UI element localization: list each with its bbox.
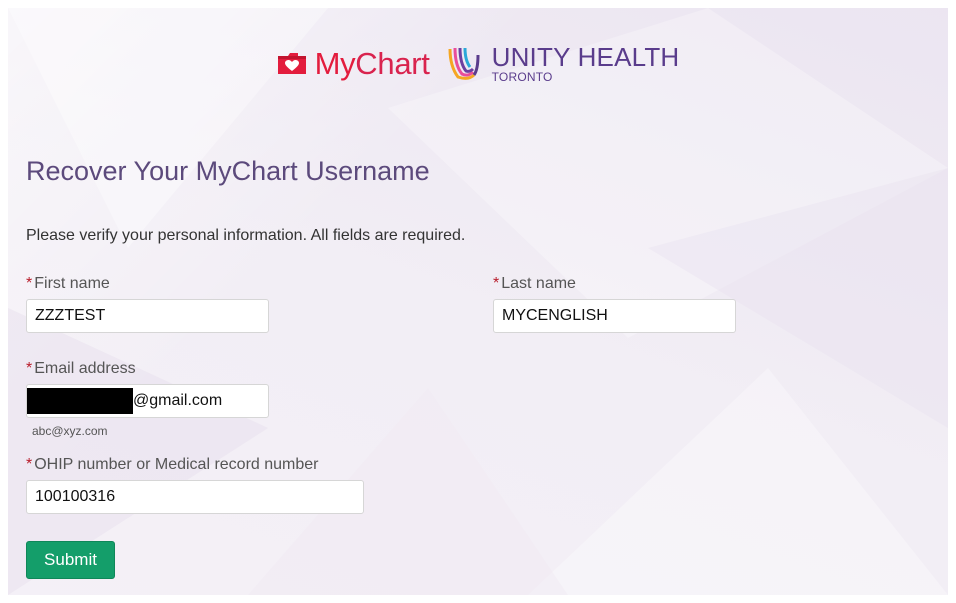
redaction-block (27, 388, 133, 414)
header: MyChart UNITY HEALTH TORONTO (8, 41, 948, 85)
last-name-label: * Last name (493, 275, 576, 293)
email-value: @gmail.com (133, 392, 223, 409)
required-marker: * (26, 275, 33, 292)
first-name-value: ZZZTEST (35, 307, 106, 324)
email-label-text: Email address (34, 360, 136, 377)
unity-health-ribbon-icon (444, 45, 484, 81)
mychart-wordmark-chart: Chart (355, 45, 430, 81)
email-label: * Email address (26, 360, 136, 378)
last-name-label-text: Last name (501, 275, 576, 292)
last-name-value: MYCENGLISH (502, 307, 608, 324)
required-marker: * (26, 456, 33, 473)
mychart-folder-heart-icon (277, 51, 307, 75)
required-marker: * (26, 360, 33, 377)
logo-group: MyChart UNITY HEALTH TORONTO (277, 44, 680, 83)
page-title: Recover Your MyChart Username (26, 156, 430, 186)
unity-health-name: UNITY HEALTH (491, 41, 680, 72)
submit-button[interactable]: Submit (26, 541, 115, 579)
unity-health-wordmark: UNITY HEALTH TORONTO (492, 44, 680, 83)
last-name-input[interactable]: MYCENGLISH (493, 299, 736, 333)
ohip-label: * OHIP number or Medical record number (26, 456, 319, 474)
ohip-input[interactable]: 100100316 (26, 480, 364, 514)
ohip-value: 100100316 (35, 488, 116, 505)
unity-health-city: TORONTO (491, 69, 553, 84)
mychart-wordmark: MyChart (315, 48, 430, 79)
email-input[interactable]: @gmail.com (26, 384, 269, 418)
first-name-label: * First name (26, 275, 110, 293)
form-instructions: Please verify your personal information.… (26, 227, 466, 244)
ohip-label-text: OHIP number or Medical record number (34, 456, 319, 473)
required-marker: * (493, 275, 500, 292)
first-name-label-text: First name (34, 275, 110, 292)
email-format-hint: abc@xyz.com (32, 424, 108, 438)
first-name-input[interactable]: ZZZTEST (26, 299, 269, 333)
mychart-wordmark-my: My (314, 45, 356, 81)
page-background: MyChart UNITY HEALTH TORONTO Recover You… (8, 8, 948, 595)
